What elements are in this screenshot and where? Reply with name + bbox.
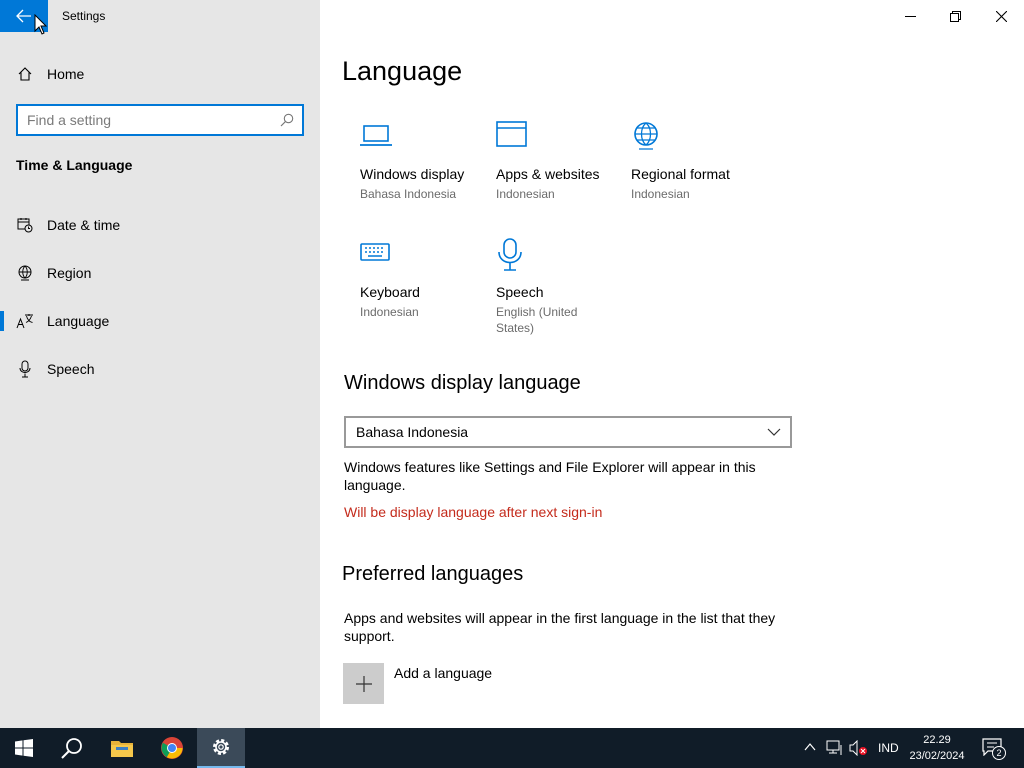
restore-button[interactable] — [932, 0, 978, 32]
sidebar-item-home[interactable]: Home — [0, 56, 320, 92]
network-icon[interactable] — [826, 740, 844, 756]
display-language-description: Windows features like Settings and File … — [344, 459, 756, 493]
volume-muted-icon[interactable] — [849, 740, 869, 756]
gear-icon — [213, 739, 229, 755]
close-button[interactable] — [978, 0, 1024, 32]
tile-windows-display[interactable]: Windows display Bahasa Indonesia — [360, 120, 480, 202]
sidebar-item-label: Region — [47, 265, 92, 281]
window-title: Settings — [62, 9, 106, 23]
clock-time: 22.29 — [923, 734, 951, 746]
sidebar-item-label: Home — [47, 66, 85, 82]
tile-name: Apps & websites — [496, 166, 600, 182]
notification-count-badge: 2 — [992, 746, 1006, 760]
preferred-languages-heading: Preferred languages — [342, 563, 524, 585]
window-icon — [496, 120, 616, 154]
tile-subtitle: Indonesian — [496, 187, 555, 201]
tile-keyboard[interactable]: Keyboard Indonesian — [360, 238, 480, 320]
minimize-button[interactable] — [887, 0, 933, 32]
clock[interactable]: 22.29 23/02/2024 — [900, 732, 974, 764]
taskbar: IND 22.29 23/02/2024 2 — [0, 728, 1024, 768]
add-language-label: Add a language — [394, 665, 493, 681]
chevron-up-icon[interactable] — [804, 742, 816, 752]
home-icon — [16, 65, 34, 83]
sidebar-item-label: Speech — [47, 361, 95, 377]
sidebar-item-date-time[interactable]: Date & time — [0, 205, 320, 245]
back-arrow-icon — [16, 9, 31, 23]
search-input[interactable] — [27, 112, 277, 128]
search-icon — [61, 738, 82, 759]
tile-subtitle: Bahasa Indonesia — [360, 187, 457, 201]
dropdown-selected-value: Bahasa Indonesia — [356, 424, 469, 440]
sidebar-item-label: Date & time — [47, 217, 121, 233]
tile-name: Windows display — [360, 166, 465, 182]
folder-icon — [111, 741, 133, 757]
action-center-button[interactable]: 2 — [982, 738, 1006, 760]
globe-icon — [631, 120, 751, 154]
calendar-clock-icon — [16, 216, 34, 234]
file-explorer-button[interactable] — [98, 728, 146, 768]
add-language-button[interactable]: Add a language — [343, 663, 492, 704]
laptop-icon — [360, 120, 480, 154]
close-icon — [995, 10, 1007, 22]
tile-subtitle: Indonesian — [631, 187, 690, 201]
tile-subtitle: English (United States) — [496, 305, 578, 335]
globe-icon — [16, 264, 34, 282]
keyboard-icon — [360, 238, 480, 272]
plus-icon — [343, 663, 384, 704]
start-button[interactable] — [0, 728, 48, 768]
search-box — [16, 104, 304, 136]
search-taskbar-button[interactable] — [48, 728, 96, 768]
sign-in-warning: Will be display language after next sign… — [344, 504, 603, 520]
windows-logo-icon — [15, 739, 33, 757]
tile-speech[interactable]: Speech English (United States) — [496, 238, 596, 336]
tile-subtitle: Indonesian — [360, 305, 419, 319]
display-language-heading: Windows display language — [344, 372, 581, 394]
preferred-languages-description: Apps and websites will appear in the fir… — [344, 610, 776, 644]
microphone-icon — [16, 360, 34, 378]
input-indicator[interactable]: IND — [878, 741, 899, 755]
microphone-icon — [496, 238, 596, 272]
tile-name: Regional format — [631, 166, 730, 182]
sidebar: Settings Home Time & Language Date & tim… — [0, 0, 320, 728]
tile-regional-format[interactable]: Regional format Indonesian — [631, 120, 751, 202]
minimize-icon — [904, 15, 916, 17]
language-icon — [16, 312, 34, 330]
page-title: Language — [342, 56, 463, 86]
display-language-dropdown[interactable]: Bahasa Indonesia — [344, 416, 792, 448]
sidebar-item-language[interactable]: Language — [0, 301, 320, 341]
chrome-icon — [161, 737, 183, 759]
sidebar-item-speech[interactable]: Speech — [0, 349, 320, 389]
settings-taskbar-button[interactable] — [197, 728, 245, 768]
chrome-button[interactable] — [148, 728, 196, 768]
mouse-cursor-icon — [34, 14, 48, 35]
sidebar-item-region[interactable]: Region — [0, 253, 320, 293]
tile-name: Keyboard — [360, 284, 420, 300]
section-title: Time & Language — [16, 157, 133, 173]
tile-name: Speech — [496, 284, 544, 300]
tile-apps-websites[interactable]: Apps & websites Indonesian — [496, 120, 616, 202]
sidebar-item-label: Language — [47, 313, 110, 329]
restore-icon — [949, 10, 961, 22]
chevron-down-icon — [767, 428, 781, 436]
search-icon[interactable] — [280, 113, 294, 132]
clock-date: 23/02/2024 — [909, 750, 965, 762]
